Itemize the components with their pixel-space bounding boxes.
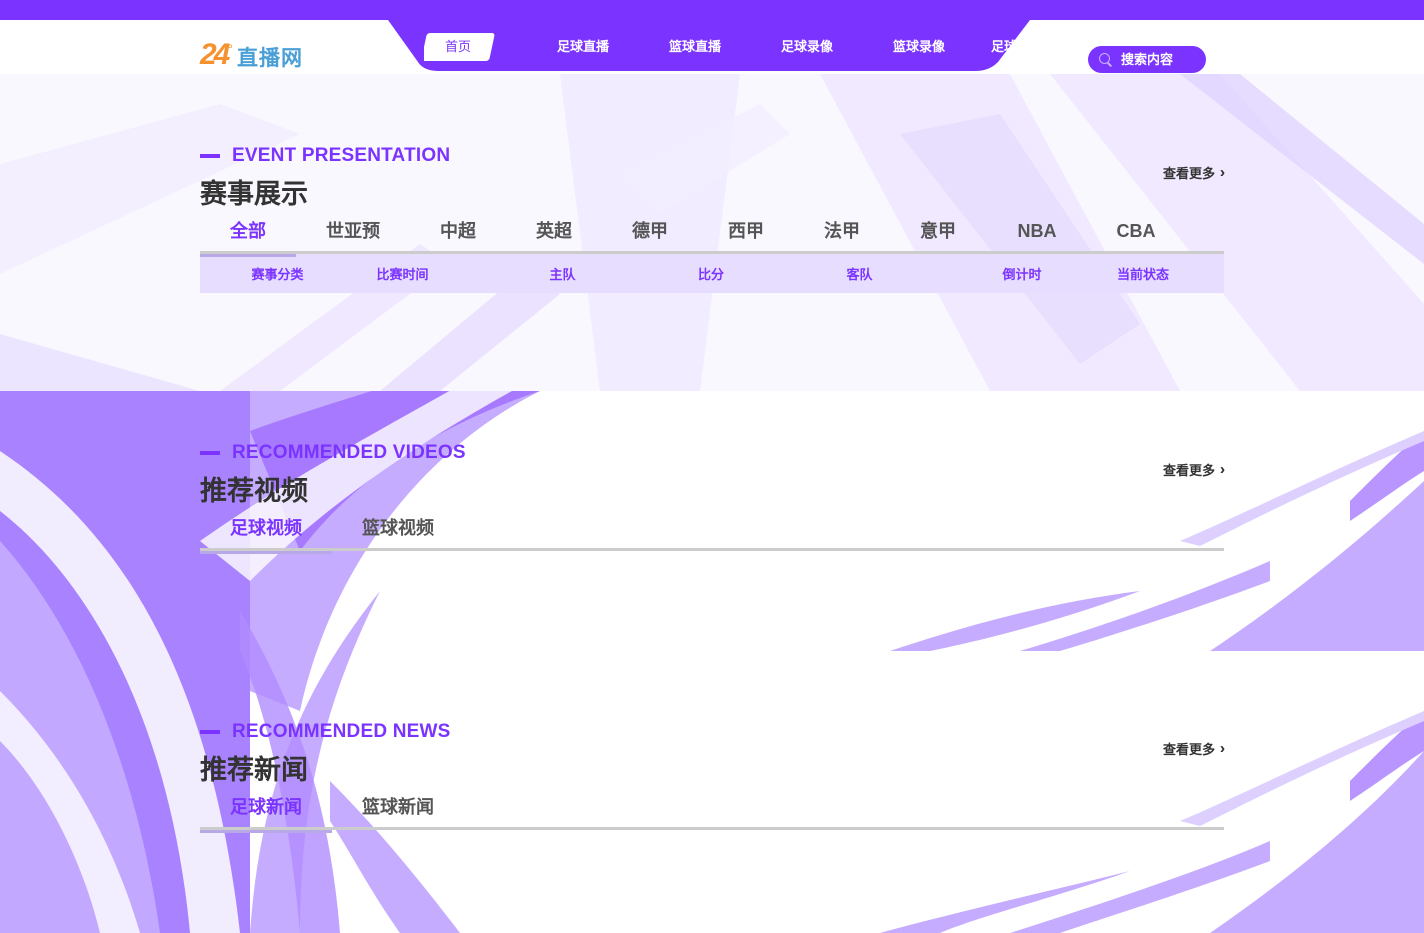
- column-header-away-team: 客队: [846, 267, 873, 282]
- tab-cba[interactable]: CBA: [1088, 212, 1184, 254]
- nav-item-basketball-replay[interactable]: 篮球录像: [863, 33, 975, 61]
- eyebrow-bar: [200, 451, 220, 455]
- video-eyebrow-text: RECOMMENDED VIDEOS: [232, 442, 466, 463]
- news-eyebrow: RECOMMENDED NEWS: [200, 721, 1224, 743]
- tab-football-news[interactable]: 足球新闻: [200, 788, 332, 833]
- tab-wc-qualifiers[interactable]: 世亚预: [296, 212, 410, 254]
- nav-item-football-live[interactable]: 足球直播: [527, 33, 639, 61]
- logo-number: 24: [200, 38, 230, 71]
- top-bar: [0, 0, 1424, 20]
- event-title: 赛事展示: [200, 179, 308, 209]
- eyebrow-bar: [200, 730, 220, 734]
- tab-laliga[interactable]: 西甲: [698, 212, 794, 254]
- eyebrow-bar: [200, 154, 220, 158]
- tab-basketball-videos[interactable]: 篮球视频: [332, 509, 464, 551]
- double-chevron-right-icon: ››: [1220, 164, 1225, 181]
- logo-degree: °: [227, 41, 233, 57]
- column-header-category: 赛事分类: [251, 267, 304, 282]
- video-eyebrow: RECOMMENDED VIDEOS: [200, 442, 1224, 464]
- double-chevron-right-icon: ››: [1220, 461, 1225, 478]
- tab-seriea[interactable]: 意甲: [890, 212, 986, 254]
- video-view-more-link[interactable]: 查看更多 ››: [1162, 460, 1225, 479]
- event-table-header: 赛事分类 比赛时间 主队 比分 客队 倒计时 当前状态: [200, 254, 1224, 293]
- search-box[interactable]: [1088, 46, 1206, 73]
- news-title: 推荐新闻: [200, 755, 308, 785]
- video-tabs: 足球视频 篮球视频: [200, 509, 1224, 554]
- event-eyebrow: EVENT PRESENTATION: [200, 145, 1224, 167]
- tab-ligue1[interactable]: 法甲: [794, 212, 890, 254]
- view-more-label: 查看更多: [1162, 166, 1215, 181]
- logo-text: 直播网: [236, 47, 303, 70]
- double-chevron-right-icon: ››: [1220, 740, 1225, 757]
- view-more-label: 查看更多: [1162, 463, 1215, 478]
- tab-epl[interactable]: 英超: [506, 212, 602, 254]
- search-input[interactable]: [1121, 52, 1205, 67]
- view-more-label: 查看更多: [1162, 742, 1215, 757]
- search-icon: [1099, 52, 1113, 67]
- tab-all[interactable]: 全部: [200, 212, 296, 257]
- tab-csl[interactable]: 中超: [410, 212, 506, 254]
- nav-item-football-replay[interactable]: 足球录像: [751, 33, 863, 61]
- column-header-home-team: 主队: [549, 267, 576, 282]
- nav-item-home[interactable]: 首页: [424, 33, 495, 61]
- video-title: 推荐视频: [200, 476, 308, 506]
- column-header-score: 比分: [697, 267, 724, 282]
- site-logo[interactable]: 24 ° 直播网: [200, 38, 303, 72]
- nav-item-football[interactable]: 足球: [975, 33, 1017, 61]
- event-eyebrow-text: EVENT PRESENTATION: [232, 145, 451, 166]
- event-tabs: 全部 世亚预 中超 英超 德甲 西甲 法甲 意甲 NBA CBA: [200, 212, 1224, 257]
- tab-football-videos[interactable]: 足球视频: [200, 509, 332, 554]
- column-header-status: 当前状态: [1116, 267, 1169, 282]
- column-header-time: 比赛时间: [376, 267, 429, 282]
- tab-nba[interactable]: NBA: [986, 212, 1088, 254]
- tab-bundesliga[interactable]: 德甲: [602, 212, 698, 254]
- video-section: RECOMMENDED VIDEOS 推荐视频 查看更多 ›› 足球视频 篮球视…: [200, 442, 1225, 554]
- event-section: EVENT PRESENTATION 赛事展示 查看更多 ›› 全部 世亚预 中…: [200, 145, 1225, 293]
- nav-item-basketball-live[interactable]: 篮球直播: [639, 33, 751, 61]
- news-view-more-link[interactable]: 查看更多 ››: [1162, 739, 1225, 758]
- column-header-countdown: 倒计时: [1002, 267, 1042, 282]
- main-nav: 首页 足球直播 篮球直播 足球录像 篮球录像 足球: [424, 32, 1024, 62]
- news-eyebrow-text: RECOMMENDED NEWS: [232, 721, 451, 742]
- event-view-more-link[interactable]: 查看更多 ››: [1162, 163, 1225, 182]
- news-section: RECOMMENDED NEWS 推荐新闻 查看更多 ›› 足球新闻 篮球新闻: [200, 721, 1225, 833]
- tab-basketball-news[interactable]: 篮球新闻: [332, 788, 464, 830]
- news-tabs: 足球新闻 篮球新闻: [200, 788, 1224, 833]
